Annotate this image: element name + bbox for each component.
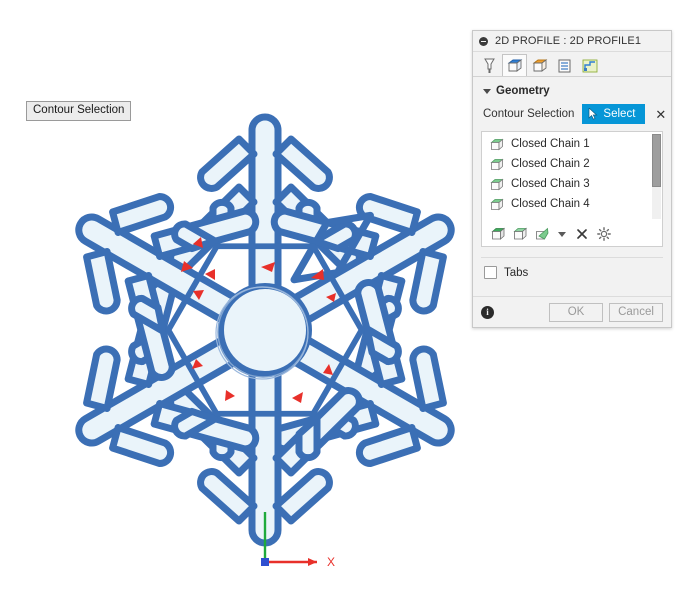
tool-tab[interactable] (477, 54, 502, 76)
chain-face-icon (535, 227, 548, 240)
list-item[interactable]: Closed Chain 2 (482, 154, 662, 174)
cancel-button[interactable]: Cancel (609, 302, 663, 322)
select-button-label: Select (603, 108, 636, 120)
linking-tab[interactable] (577, 54, 602, 76)
chain-solid-icon (490, 227, 505, 240)
close-x-icon (577, 229, 587, 239)
contour-selection-label: Contour Selection (483, 108, 575, 120)
cursor-arrow-icon (589, 108, 598, 120)
dialog-titlebar[interactable]: 2D PROFILE : 2D PROFILE1 (473, 31, 671, 52)
dialog-footer: i OK Cancel (473, 296, 671, 327)
list-item-label: Closed Chain 2 (511, 158, 590, 170)
chain-outline-icon (512, 227, 527, 240)
2d-profile-dialog[interactable]: 2D PROFILE : 2D PROFILE1 Geometry Contou… (472, 30, 672, 328)
tabs-option-row[interactable]: Tabs (481, 266, 663, 288)
add-chain-button[interactable] (489, 225, 507, 243)
ok-button[interactable]: OK (549, 302, 603, 322)
chain-list-toolbar[interactable] (482, 221, 662, 246)
chevron-down-icon[interactable] (558, 231, 566, 237)
geometry-box-icon (507, 58, 522, 72)
chain-list-container[interactable]: Closed Chain 1 Closed Chain 2 Closed Cha… (481, 131, 663, 247)
list-item[interactable]: Closed Chain 1 (482, 134, 662, 154)
closed-chain-icon (490, 138, 504, 150)
scrollbar-thumb[interactable] (652, 134, 661, 187)
dialog-title: 2D PROFILE : 2D PROFILE1 (495, 35, 642, 47)
tabs-option-label: Tabs (504, 266, 529, 279)
list-item-label: Closed Chain 1 (511, 138, 590, 150)
chain-settings-button[interactable] (595, 225, 613, 243)
gear-icon (597, 227, 611, 241)
chain-list-scrollbar[interactable] (652, 134, 661, 219)
closed-chain-icon (490, 178, 504, 190)
geometry-tab[interactable] (502, 54, 527, 76)
heights-tab[interactable] (527, 54, 552, 76)
contour-selection-tooltip: Contour Selection (26, 101, 132, 121)
dialog-tab-strip[interactable] (473, 52, 671, 77)
geometry-section-label: Geometry (496, 85, 550, 97)
info-icon[interactable]: i (481, 305, 494, 319)
closed-chain-icon (490, 158, 504, 170)
dialog-body: Geometry Contour Selection Select ✕ Clos… (473, 77, 671, 296)
closed-chain-icon (490, 198, 504, 210)
collapse-minus-icon[interactable] (479, 36, 488, 46)
tabs-checkbox[interactable] (484, 266, 497, 279)
linking-icon (582, 59, 597, 72)
axis-x-label: X (327, 555, 335, 569)
geometry-section-header[interactable]: Geometry (481, 83, 663, 103)
list-item[interactable]: Closed Chain 4 (482, 194, 662, 214)
select-button[interactable]: Select (582, 104, 646, 124)
section-divider (481, 257, 663, 258)
add-open-chain-button[interactable] (511, 225, 529, 243)
list-item-label: Closed Chain 4 (511, 198, 590, 210)
delete-selection-button[interactable] (573, 225, 591, 243)
passes-tab[interactable] (552, 54, 577, 76)
chevron-down-icon (483, 88, 491, 94)
heights-box-icon (532, 58, 547, 72)
tool-icon (484, 58, 495, 73)
contour-selection-row: Contour Selection Select ✕ (481, 103, 666, 131)
clear-selection-icon[interactable]: ✕ (653, 108, 668, 121)
chain-list[interactable]: Closed Chain 1 Closed Chain 2 Closed Cha… (482, 132, 662, 221)
list-item[interactable]: Closed Chain 3 (482, 174, 662, 194)
passes-icon (558, 59, 571, 72)
add-face-button[interactable] (533, 225, 551, 243)
list-item-label: Closed Chain 3 (511, 178, 590, 190)
